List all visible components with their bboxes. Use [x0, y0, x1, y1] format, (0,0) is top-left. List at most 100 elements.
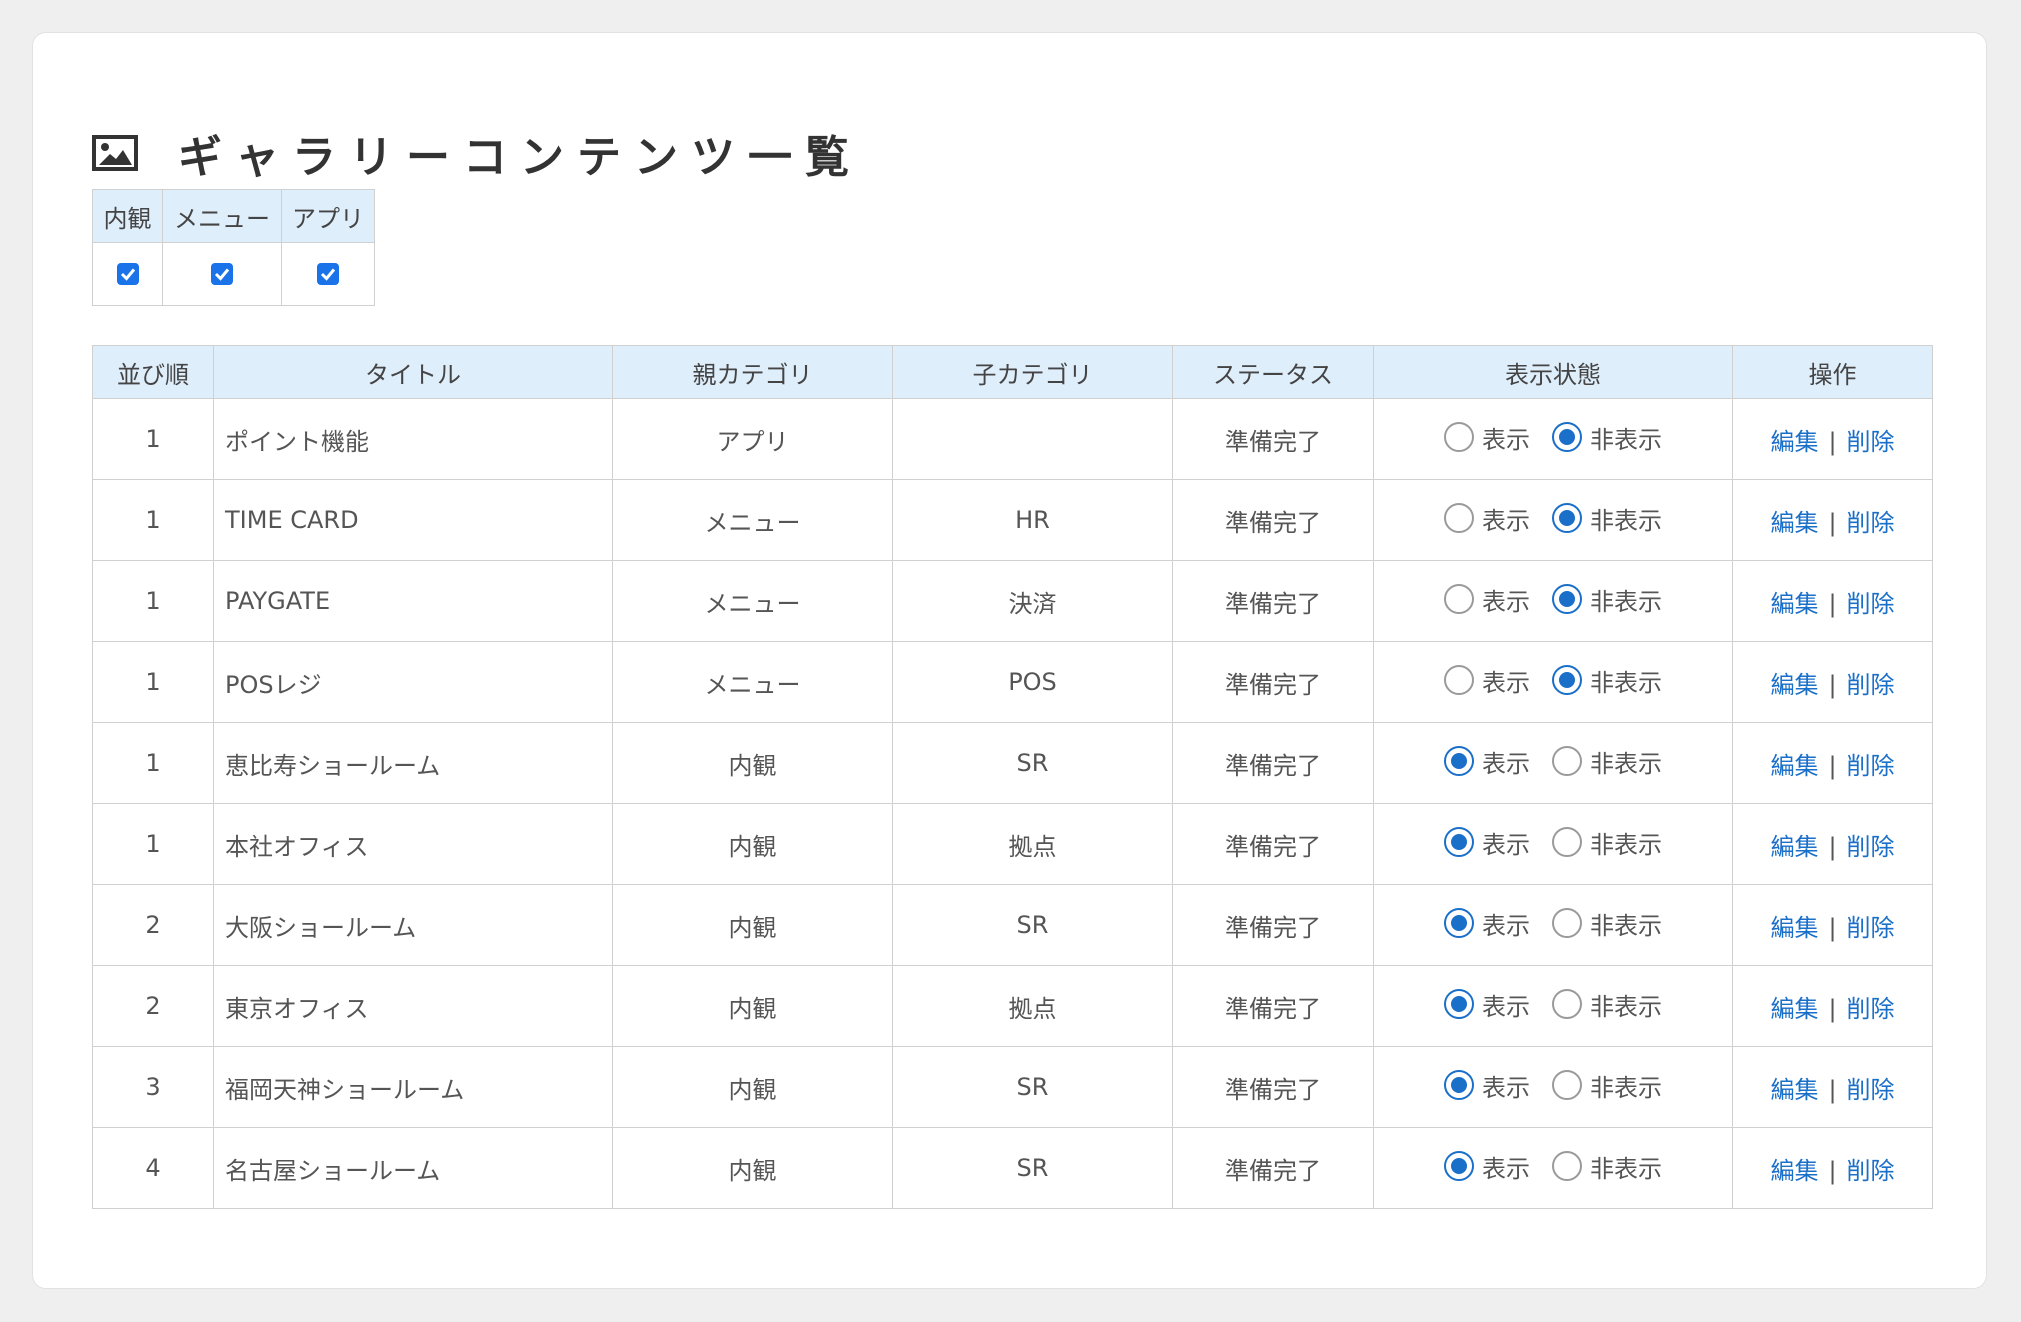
- delete-link[interactable]: 削除: [1847, 833, 1895, 861]
- edit-link[interactable]: 編集: [1770, 428, 1818, 456]
- child-category-cell: SR: [892, 884, 1173, 966]
- col-header-title: タイトル: [213, 345, 613, 399]
- radio-hide[interactable]: [1552, 827, 1582, 858]
- visibility-cell: 表示 非表示: [1373, 1046, 1733, 1128]
- edit-link[interactable]: 編集: [1770, 671, 1818, 699]
- radio-hide[interactable]: [1552, 908, 1582, 939]
- visibility-cell: 表示 非表示: [1373, 479, 1733, 561]
- edit-link[interactable]: 編集: [1770, 833, 1818, 861]
- delete-link[interactable]: 削除: [1847, 752, 1895, 780]
- filter-checkbox-app[interactable]: [317, 263, 339, 285]
- parent-category-cell: 内観: [612, 1127, 893, 1209]
- delete-link[interactable]: 削除: [1847, 671, 1895, 699]
- edit-link[interactable]: 編集: [1770, 590, 1818, 618]
- radio-hide[interactable]: [1552, 989, 1582, 1020]
- radio-hide[interactable]: [1552, 503, 1582, 534]
- radio-hide-label[interactable]: 非表示: [1590, 825, 1662, 860]
- edit-link[interactable]: 編集: [1770, 914, 1818, 942]
- radio-hide-label[interactable]: 非表示: [1590, 501, 1662, 536]
- radio-hide-label[interactable]: 非表示: [1590, 420, 1662, 455]
- radio-hide-label[interactable]: 非表示: [1590, 1149, 1662, 1184]
- title-cell: PAYGATE: [213, 560, 613, 642]
- order-cell: 4: [92, 1127, 214, 1209]
- radio-hide-label[interactable]: 非表示: [1590, 1068, 1662, 1103]
- radio-show[interactable]: [1444, 989, 1474, 1020]
- radio-hide[interactable]: [1552, 1070, 1582, 1101]
- title-cell: 東京オフィス: [213, 965, 613, 1047]
- actions-cell: 編集 | 削除: [1732, 1046, 1933, 1128]
- parent-category-cell: 内観: [612, 803, 893, 885]
- content-card: ギャラリーコンテンツ一覧 内観 メニュー アプリ 並び順 タイトル 親カテゴリ …: [32, 32, 1987, 1289]
- filter-checkbox-menu[interactable]: [211, 263, 233, 285]
- status-cell: 準備完了: [1172, 884, 1374, 966]
- delete-link[interactable]: 削除: [1847, 428, 1895, 456]
- edit-link[interactable]: 編集: [1770, 752, 1818, 780]
- radio-show[interactable]: [1444, 1151, 1474, 1182]
- radio-show-label[interactable]: 表示: [1482, 987, 1530, 1022]
- radio-hide[interactable]: [1552, 584, 1582, 615]
- table-row: 1 恵比寿ショールーム 内観 SR 準備完了 表示 非表示 編集 | 削除: [92, 722, 1933, 804]
- delete-link[interactable]: 削除: [1847, 995, 1895, 1023]
- radio-hide[interactable]: [1552, 746, 1582, 777]
- edit-link[interactable]: 編集: [1770, 1157, 1818, 1185]
- delete-link[interactable]: 削除: [1847, 590, 1895, 618]
- col-header-order: 並び順: [92, 345, 214, 399]
- radio-show-label[interactable]: 表示: [1482, 1068, 1530, 1103]
- radio-show-label[interactable]: 表示: [1482, 582, 1530, 617]
- radio-hide-label[interactable]: 非表示: [1590, 663, 1662, 698]
- radio-hide[interactable]: [1552, 1151, 1582, 1182]
- radio-show-label[interactable]: 表示: [1482, 501, 1530, 536]
- delete-link[interactable]: 削除: [1847, 1157, 1895, 1185]
- radio-show[interactable]: [1444, 665, 1474, 696]
- radio-hide-label[interactable]: 非表示: [1590, 987, 1662, 1022]
- radio-show-label[interactable]: 表示: [1482, 663, 1530, 698]
- radio-hide[interactable]: [1552, 665, 1582, 696]
- title-cell: TIME CARD: [213, 479, 613, 561]
- radio-show[interactable]: [1444, 503, 1474, 534]
- edit-link[interactable]: 編集: [1770, 995, 1818, 1023]
- col-header-child-category: 子カテゴリ: [892, 345, 1173, 399]
- radio-show[interactable]: [1444, 827, 1474, 858]
- table-row: 1 POSレジ メニュー POS 準備完了 表示 非表示 編集 | 削除: [92, 641, 1933, 723]
- radio-show-label[interactable]: 表示: [1482, 420, 1530, 455]
- delete-link[interactable]: 削除: [1847, 509, 1895, 537]
- page-title: ギャラリーコンテンツ一覧: [178, 132, 862, 183]
- col-header-actions: 操作: [1732, 345, 1933, 399]
- radio-show[interactable]: [1444, 908, 1474, 939]
- order-cell: 2: [92, 965, 214, 1047]
- action-separator: |: [1828, 913, 1837, 942]
- radio-hide-label[interactable]: 非表示: [1590, 744, 1662, 779]
- filter-header-app: アプリ: [281, 189, 375, 243]
- parent-category-cell: 内観: [612, 884, 893, 966]
- page-header: ギャラリーコンテンツ一覧: [92, 121, 862, 185]
- order-cell: 1: [92, 560, 214, 642]
- actions-cell: 編集 | 削除: [1732, 641, 1933, 723]
- filter-checkbox-interior[interactable]: [116, 263, 139, 285]
- radio-show[interactable]: [1444, 1070, 1474, 1101]
- col-header-visibility: 表示状態: [1373, 345, 1733, 399]
- visibility-cell: 表示 非表示: [1373, 641, 1733, 723]
- radio-show[interactable]: [1444, 746, 1474, 777]
- table-row: 2 大阪ショールーム 内観 SR 準備完了 表示 非表示 編集 | 削除: [92, 884, 1933, 966]
- title-cell: 名古屋ショールーム: [213, 1127, 613, 1209]
- visibility-cell: 表示 非表示: [1373, 1127, 1733, 1209]
- child-category-cell: SR: [892, 1046, 1173, 1128]
- parent-category-cell: アプリ: [612, 398, 893, 480]
- actions-cell: 編集 | 削除: [1732, 1127, 1933, 1209]
- order-cell: 3: [92, 1046, 214, 1128]
- radio-show-label[interactable]: 表示: [1482, 744, 1530, 779]
- delete-link[interactable]: 削除: [1847, 914, 1895, 942]
- edit-link[interactable]: 編集: [1770, 509, 1818, 537]
- radio-hide[interactable]: [1552, 422, 1582, 453]
- radio-hide-label[interactable]: 非表示: [1590, 582, 1662, 617]
- title-cell: 大阪ショールーム: [213, 884, 613, 966]
- radio-hide-label[interactable]: 非表示: [1590, 906, 1662, 941]
- table-header-row: 並び順 タイトル 親カテゴリ 子カテゴリ ステータス 表示状態 操作: [92, 345, 1933, 399]
- radio-show[interactable]: [1444, 422, 1474, 453]
- edit-link[interactable]: 編集: [1770, 1076, 1818, 1104]
- radio-show-label[interactable]: 表示: [1482, 1149, 1530, 1184]
- radio-show[interactable]: [1444, 584, 1474, 615]
- delete-link[interactable]: 削除: [1847, 1076, 1895, 1104]
- radio-show-label[interactable]: 表示: [1482, 906, 1530, 941]
- radio-show-label[interactable]: 表示: [1482, 825, 1530, 860]
